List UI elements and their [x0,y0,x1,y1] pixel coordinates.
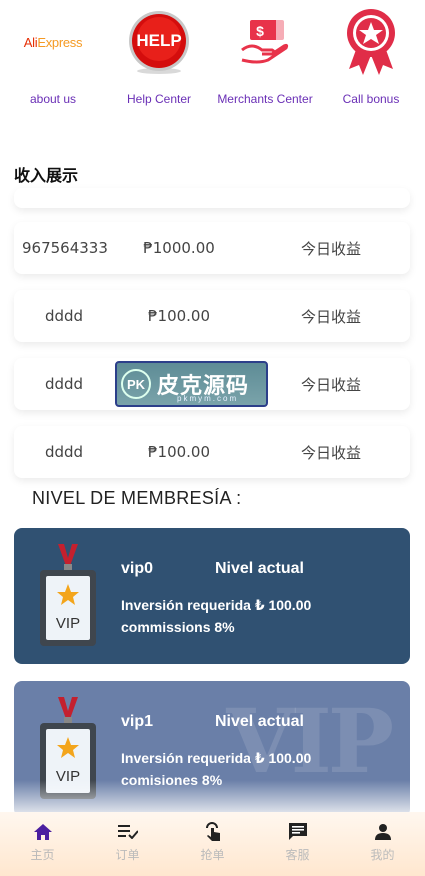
vip-investment: Inversión requerida ₺ 100.00 [121,597,312,613]
quick-item-label: Call bonus [342,92,400,106]
quick-item-label: Merchants Center [217,92,313,106]
vip-name: vip0 [121,560,154,577]
tap-hand-icon [203,822,223,842]
list-item: dddd ₱100.00 今日收益 [14,290,410,342]
list-item: 967564333 ₱1000.00 今日收益 [14,222,410,274]
quick-item-help-center[interactable]: HELP Help Center [106,0,212,110]
income-list: 967564333 ₱1000.00 今日收益 dddd ₱100.00 今日收… [14,188,410,494]
income-type: 今日收益 [300,375,361,394]
vip-commission: commissions 8% [121,619,235,635]
help-button-icon: HELP [106,0,212,84]
svg-text:HELP: HELP [136,31,181,50]
tab-profile[interactable]: 我的 [340,812,425,876]
checklist-icon [117,822,138,842]
vip-name: vip1 [121,713,154,730]
income-amount: ₱100.00 [147,443,211,461]
svg-text:VIP: VIP [56,615,80,632]
home-icon [33,822,52,842]
quick-menu: AliExpress about us HELP Help Center $ M… [0,0,425,140]
quick-item-label: about us [29,92,77,106]
bottom-tab-bar: 主页 订单 抢单 客服 我的 [0,812,425,876]
membership-title: NIVEL DE MEMBRESÍA : [32,488,242,508]
income-account: dddd [44,443,84,461]
income-type: 今日收益 [300,239,361,258]
watermark-logo: PK 皮克源码 pkmym.com [115,361,268,407]
tab-grab-order[interactable]: 抢单 [170,812,255,876]
income-account: dddd [44,307,84,325]
tab-orders[interactable]: 订单 [85,812,170,876]
tab-label: 抢单 [200,848,225,862]
watermark-badge: PK [121,369,151,399]
vip-status: Nivel actual [215,713,304,730]
list-item: dddd ₱100.00 今日收益 [14,426,410,478]
quick-item-call-bonus[interactable]: Call bonus [318,0,424,110]
tab-home[interactable]: 主页 [0,812,85,876]
vip-background-text: VIP [226,689,394,793]
list-item [14,188,410,208]
person-icon [374,822,391,842]
tab-label: 我的 [370,848,395,862]
vip-status: Nivel actual [215,560,304,577]
income-type: 今日收益 [300,307,361,326]
watermark-subtext: pkmym.com [177,394,239,403]
tab-label: 主页 [30,848,55,862]
income-amount: ₱100.00 [147,307,211,325]
income-type: 今日收益 [300,443,361,462]
income-amount: ₱1000.00 [143,239,215,257]
chat-icon [288,822,307,842]
quick-item-merchants-center[interactable]: $ Merchants Center [212,0,318,110]
income-section-title: 收入展示 [14,166,79,185]
vip-card[interactable]: VIP vip0 Nivel actual Inversión requerid… [14,528,410,664]
income-account: dddd [44,375,84,393]
quick-item-label: Help Center [126,92,192,106]
income-account: 967564333 [22,239,108,257]
money-hand-icon: $ [212,0,318,84]
tab-label: 订单 [115,848,140,862]
vip-badge-icon: VIP [36,542,100,648]
star-medal-icon [318,0,424,84]
aliexpress-logo-icon: AliExpress [23,34,83,50]
quick-item-about-us[interactable]: AliExpress about us [0,0,106,110]
tab-customer-service[interactable]: 客服 [255,812,340,876]
tab-label: 客服 [285,848,310,862]
svg-text:$: $ [256,23,264,39]
vip-investment: Inversión requerida ₺ 100.00 [121,750,312,766]
